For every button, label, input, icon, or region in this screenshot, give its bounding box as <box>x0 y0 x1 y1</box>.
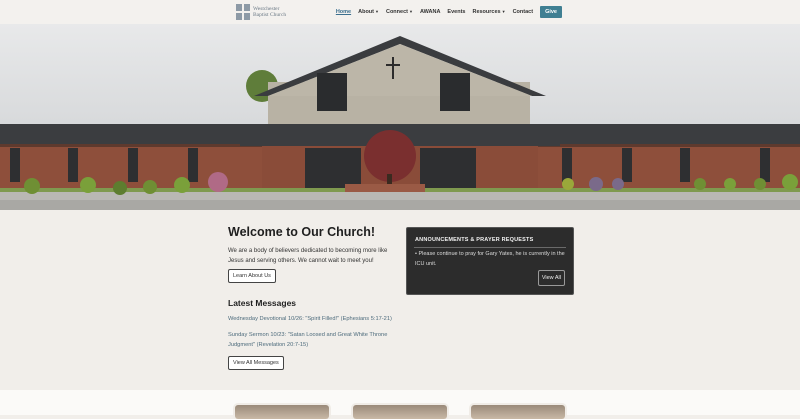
main-nav: Home About▼ Connect▼ AWANA Events Resour… <box>329 6 562 18</box>
chevron-down-icon: ▼ <box>375 9 379 14</box>
nav-awana[interactable]: AWANA <box>420 9 440 15</box>
give-button[interactable]: Give <box>540 6 562 18</box>
feature-card[interactable] <box>235 405 329 419</box>
divider <box>414 247 566 248</box>
hero-church-photo <box>0 24 800 210</box>
nav-resources[interactable]: Resources▼ <box>472 9 505 15</box>
feature-card[interactable] <box>353 405 447 419</box>
announcements-panel: ANNOUNCEMENTS & PRAYER REQUESTS • Please… <box>406 227 574 295</box>
site-header: Westchester Baptist Church Home About▼ C… <box>0 0 800 24</box>
welcome-heading: Welcome to Our Church! <box>228 225 376 239</box>
announcement-item: • Please continue to pray for Gary Yates… <box>415 251 565 267</box>
chevron-down-icon: ▼ <box>501 9 506 14</box>
learn-about-us-button[interactable]: Learn About Us <box>228 269 276 283</box>
message-link[interactable]: Sunday Sermon 10/23: "Satan Loosed and G… <box>228 331 406 350</box>
nav-about[interactable]: About▼ <box>358 9 379 15</box>
church-logo[interactable]: Westchester Baptist Church <box>236 3 286 21</box>
message-link[interactable]: Wednesday Devotional 10/26: "Spirit Fill… <box>228 315 406 325</box>
nav-connect[interactable]: Connect▼ <box>386 9 413 15</box>
logo-line-2: Baptist Church <box>253 12 287 18</box>
nav-contact[interactable]: Contact <box>513 9 533 15</box>
logo-mark-icon <box>236 4 250 20</box>
chevron-down-icon: ▼ <box>408 9 413 14</box>
feature-card[interactable] <box>471 405 565 419</box>
latest-messages-heading: Latest Messages <box>228 298 297 308</box>
nav-home[interactable]: Home <box>336 9 351 15</box>
nav-events[interactable]: Events <box>447 9 465 15</box>
welcome-text: We are a body of believers dedicated to … <box>228 248 388 264</box>
view-all-messages-button[interactable]: View All Messages <box>228 356 284 370</box>
announcements-heading: ANNOUNCEMENTS & PRAYER REQUESTS <box>415 237 534 243</box>
view-all-announcements-button[interactable]: View All <box>537 270 565 286</box>
